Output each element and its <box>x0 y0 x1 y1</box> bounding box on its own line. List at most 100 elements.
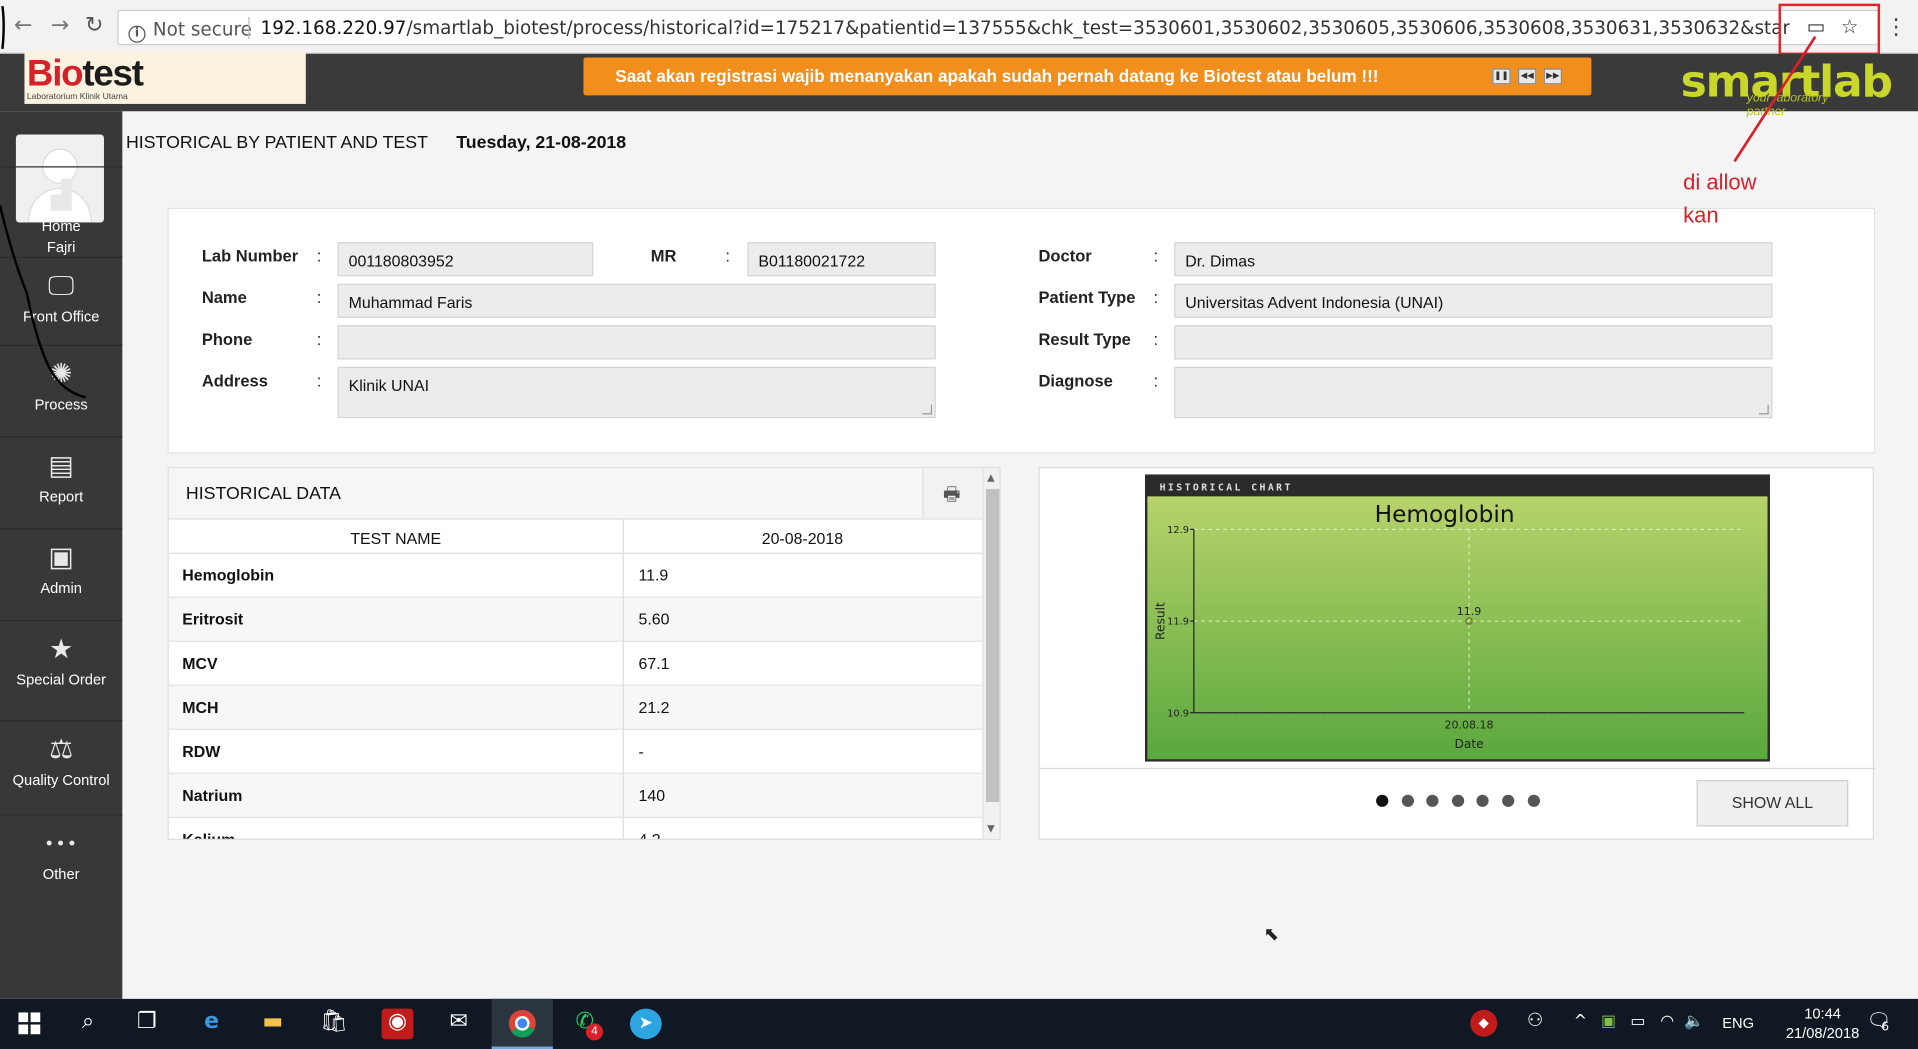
carousel-dot[interactable] <box>1401 794 1414 807</box>
bar-chart-icon: ▟ <box>50 180 72 212</box>
diagnose-label: Diagnose <box>1038 371 1113 391</box>
table-row[interactable]: MCV 67.1 <box>168 642 983 686</box>
test-value-cell: 67.1 <box>638 654 670 673</box>
sidebar-item-home[interactable]: ▟ Home <box>0 166 123 256</box>
people-icon[interactable]: ⚇ <box>1522 1009 1549 1040</box>
monitor-icon: 🖵 <box>48 271 75 302</box>
sidebar-item-label: Report <box>39 487 84 505</box>
table-row[interactable]: Eritrosit 5.60 <box>168 597 983 642</box>
chart-title: Hemoglobin <box>1375 501 1515 528</box>
carousel-dot[interactable] <box>1502 794 1515 807</box>
pause-icon[interactable]: ❚❚ <box>1492 68 1511 85</box>
doctor-field[interactable]: Dr. Dimas <box>1174 242 1773 277</box>
carousel-dot[interactable] <box>1527 794 1540 807</box>
reload-icon[interactable]: ↻ <box>81 12 108 39</box>
table-row[interactable]: Hemoglobin 11.9 <box>168 554 983 598</box>
sidebar-item-label: Process <box>34 396 88 414</box>
show-all-button[interactable]: SHOW ALL <box>1696 780 1849 827</box>
whatsapp-icon[interactable]: ✆ 4 <box>569 1009 604 1041</box>
sidebar-item-report[interactable]: ▤ Report <box>0 436 123 528</box>
test-value-cell: - <box>638 742 644 761</box>
task-view-icon[interactable]: ❐ <box>132 1009 161 1040</box>
patient-info-panel: Lab Number : 001180803952 MR : B01180021… <box>167 207 1876 454</box>
scroll-thumb[interactable] <box>985 489 1000 803</box>
page-date: Tuesday, 21-08-2018 <box>456 133 627 153</box>
carousel-dot[interactable] <box>1426 794 1439 807</box>
rewind-icon[interactable]: ◀◀ <box>1517 68 1537 85</box>
hemoglobin-chart: HISTORICAL CHART Hemoglobin 12.9 11.9 10.9… <box>1144 474 1770 762</box>
chevron-up-icon[interactable]: ^ <box>1571 1012 1591 1043</box>
table-scrollbar[interactable]: ▲ ▼ <box>982 468 1000 839</box>
wifi-icon[interactable]: ◠ <box>1656 1012 1678 1043</box>
scale-icon: ⚖ <box>49 734 74 766</box>
mr-field[interactable]: B01180021722 <box>747 242 936 277</box>
edge-icon[interactable]: e <box>196 1009 228 1040</box>
carousel-dot[interactable] <box>1376 794 1389 807</box>
clock[interactable]: 10:44 21/08/2018 <box>1783 1004 1861 1043</box>
windows-start-icon[interactable] <box>15 1009 44 1040</box>
search-icon[interactable]: ⌕ <box>73 1009 102 1040</box>
data-label: 11.9 <box>1457 605 1482 618</box>
address-bar[interactable]: i Not secure 192.168.220.97/smartlab_biot… <box>117 9 1879 46</box>
patient-type-field[interactable]: Universitas Advent Indonesia (UNAI) <box>1174 283 1773 318</box>
scroll-up-icon[interactable]: ▲ <box>987 472 995 483</box>
battery-icon[interactable]: ▭ <box>1627 1012 1649 1043</box>
patient-type-label: Patient Type <box>1038 288 1136 307</box>
table-row[interactable]: Kalium 4.2 <box>169 818 982 840</box>
col-date: 20-08-2018 <box>761 529 844 548</box>
diagnose-field[interactable] <box>1174 366 1773 419</box>
star-icon: ★ <box>49 634 74 666</box>
test-name-cell: Kalium <box>182 830 236 840</box>
chart-panel-header: HISTORICAL CHART <box>1160 482 1293 493</box>
address-field[interactable]: Klinik UNAI <box>337 366 936 419</box>
forward-arrow-icon[interactable]: → <box>46 12 73 39</box>
name-field[interactable]: Muhammad Faris <box>337 283 936 318</box>
historical-data-title: HISTORICAL DATA <box>185 484 341 504</box>
phone-field[interactable] <box>337 325 936 360</box>
info-icon: i <box>128 25 146 43</box>
lab-number-label: Lab Number <box>201 246 299 266</box>
scroll-down-icon[interactable]: ▼ <box>987 823 995 834</box>
address-label: Address <box>201 371 268 391</box>
result-type-field[interactable] <box>1174 325 1773 360</box>
store-icon[interactable]: 🛍 <box>318 1009 350 1040</box>
telegram-icon[interactable]: ➤ <box>629 1008 662 1040</box>
volume-icon[interactable]: 🔈 <box>1683 1012 1705 1043</box>
y-tick-label: 10.9 <box>1167 708 1189 719</box>
fast-forward-icon[interactable]: ▶▶ <box>1543 68 1563 85</box>
biotest-logo[interactable]: Biotest Laboratorium Klinik Utama <box>24 51 306 104</box>
file-explorer-icon[interactable]: ▬ <box>257 1009 289 1040</box>
annotation-text: di allow kan <box>1683 169 1757 228</box>
mr-label: MR <box>650 246 677 266</box>
table-row[interactable]: MCH 21.2 <box>168 685 983 730</box>
table-row[interactable]: RDW - <box>168 730 983 774</box>
sidebar-item-label: Special Order <box>16 671 107 689</box>
back-arrow-icon[interactable]: ← <box>10 12 37 39</box>
mail-icon[interactable]: ✉ <box>443 1009 475 1040</box>
table-row[interactable]: Natrium 140 <box>168 773 983 818</box>
language-indicator[interactable]: ENG <box>1722 1015 1754 1032</box>
carousel-dot[interactable] <box>1451 794 1464 807</box>
notifications-icon[interactable]: 🗨 6 <box>1864 1009 1893 1040</box>
carousel-dot[interactable] <box>1476 794 1490 807</box>
sidebar-item-admin[interactable]: ▣ Admin <box>0 528 123 620</box>
browser-menu-icon[interactable]: ⋮ <box>1885 15 1907 41</box>
security-indicator[interactable]: i Not secure <box>128 18 252 43</box>
sidebar-item-special-order[interactable]: ★ Special Order <box>0 619 123 720</box>
sidebar-item-other[interactable]: ••• Other <box>0 814 123 887</box>
sidebar-item-process[interactable]: ✺ Process <box>0 344 123 437</box>
url-text[interactable]: 192.168.220.97/smartlab_biotest/process/… <box>261 17 1790 39</box>
lab-number-field[interactable]: 001180803952 <box>337 242 594 277</box>
printer-icon: 🖶 <box>942 482 961 505</box>
x-axis-label: Date <box>1454 737 1483 751</box>
nvidia-icon[interactable]: ▣ <box>1597 1012 1619 1043</box>
antivirus-icon[interactable]: ◆ <box>1470 1009 1498 1037</box>
print-button[interactable]: 🖶 <box>922 469 980 519</box>
sidebar-item-quality-control[interactable]: ⚖ Quality Control <box>0 720 123 814</box>
y-tick-label: 11.9 <box>1167 617 1189 628</box>
table-header: TEST NAME 20-08-2018 <box>168 519 983 554</box>
chrome-icon[interactable] <box>506 1009 538 1040</box>
app-red-icon[interactable]: ◉ <box>381 1008 414 1040</box>
test-name-cell: Hemoglobin <box>182 566 275 585</box>
sidebar-item-front-office[interactable]: 🖵 Front Office <box>0 256 123 345</box>
